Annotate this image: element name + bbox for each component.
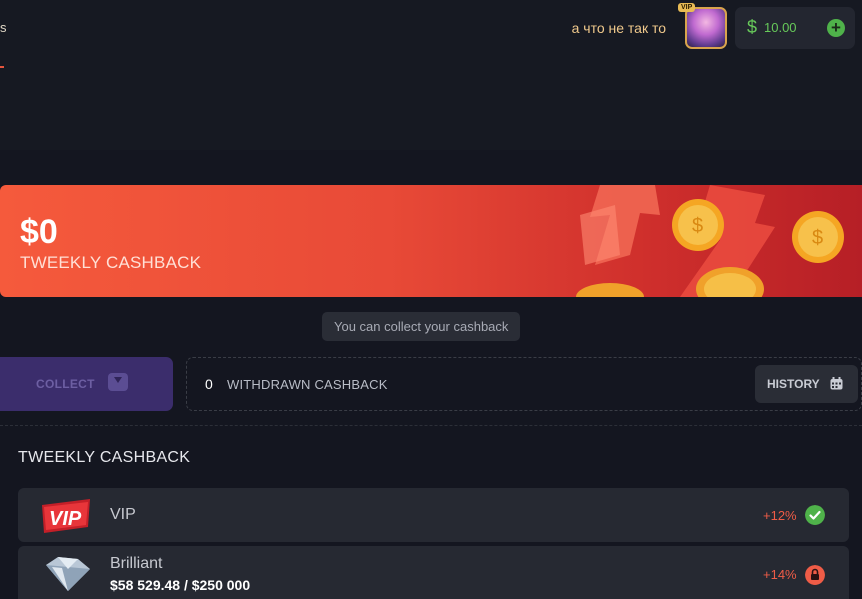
levels-title: TWEEKLY CASHBACK [18, 449, 191, 466]
collect-tooltip: You can collect your cashback [322, 312, 521, 341]
add-funds-icon[interactable]: + [827, 19, 845, 37]
svg-text:VIP: VIP [49, 508, 82, 530]
cashback-banner: $0 TWEEKLY CASHBACK $ $ [0, 185, 862, 297]
withdrawn-label: WITHDRAWN CASHBACK [227, 377, 388, 392]
withdrawn-value: 0 [205, 376, 213, 392]
level-row-vip[interactable]: VIP VIP +12% [18, 488, 849, 542]
vip-tag: VIP [678, 3, 696, 12]
nav-item-fragment[interactable]: s [0, 20, 7, 35]
balance-box[interactable]: $ 10.00 + [735, 7, 855, 49]
cashback-amount: $0 [20, 213, 58, 251]
check-icon [805, 505, 825, 525]
level-name: Brilliant [110, 555, 163, 572]
avatar[interactable] [685, 7, 727, 49]
vip-badge-icon: VIP [42, 499, 90, 533]
download-icon [108, 373, 128, 391]
level-progress: $58 529.48 / $250 000 [110, 577, 251, 593]
balance-amount: 10.00 [764, 20, 797, 35]
level-row-brilliant[interactable]: Brilliant $58 529.48 / $250 000 +14% [18, 546, 849, 599]
level-percent: +14% [763, 567, 797, 582]
cashback-banner-label: TWEEKLY CASHBACK [20, 253, 202, 272]
active-nav-indicator [0, 66, 4, 68]
history-button[interactable]: HISTORY [755, 365, 858, 403]
level-percent: +12% [763, 508, 797, 523]
top-header: s а что не так то VIP $ 10.00 + [0, 0, 862, 150]
svg-text:$: $ [812, 227, 823, 249]
username[interactable]: а что не так то [572, 20, 666, 36]
history-label: HISTORY [767, 377, 820, 391]
svg-text:$: $ [692, 215, 703, 237]
section-divider [0, 425, 862, 426]
collect-label: COLLECT [36, 377, 95, 391]
dollar-icon: $ [747, 17, 758, 37]
lock-icon [805, 565, 825, 585]
calendar-icon [830, 377, 843, 390]
collect-button[interactable]: COLLECT [0, 357, 173, 411]
coins-arrows-illustration: $ $ [576, 185, 844, 297]
level-name: VIP [110, 506, 136, 523]
diamond-icon [46, 557, 90, 591]
